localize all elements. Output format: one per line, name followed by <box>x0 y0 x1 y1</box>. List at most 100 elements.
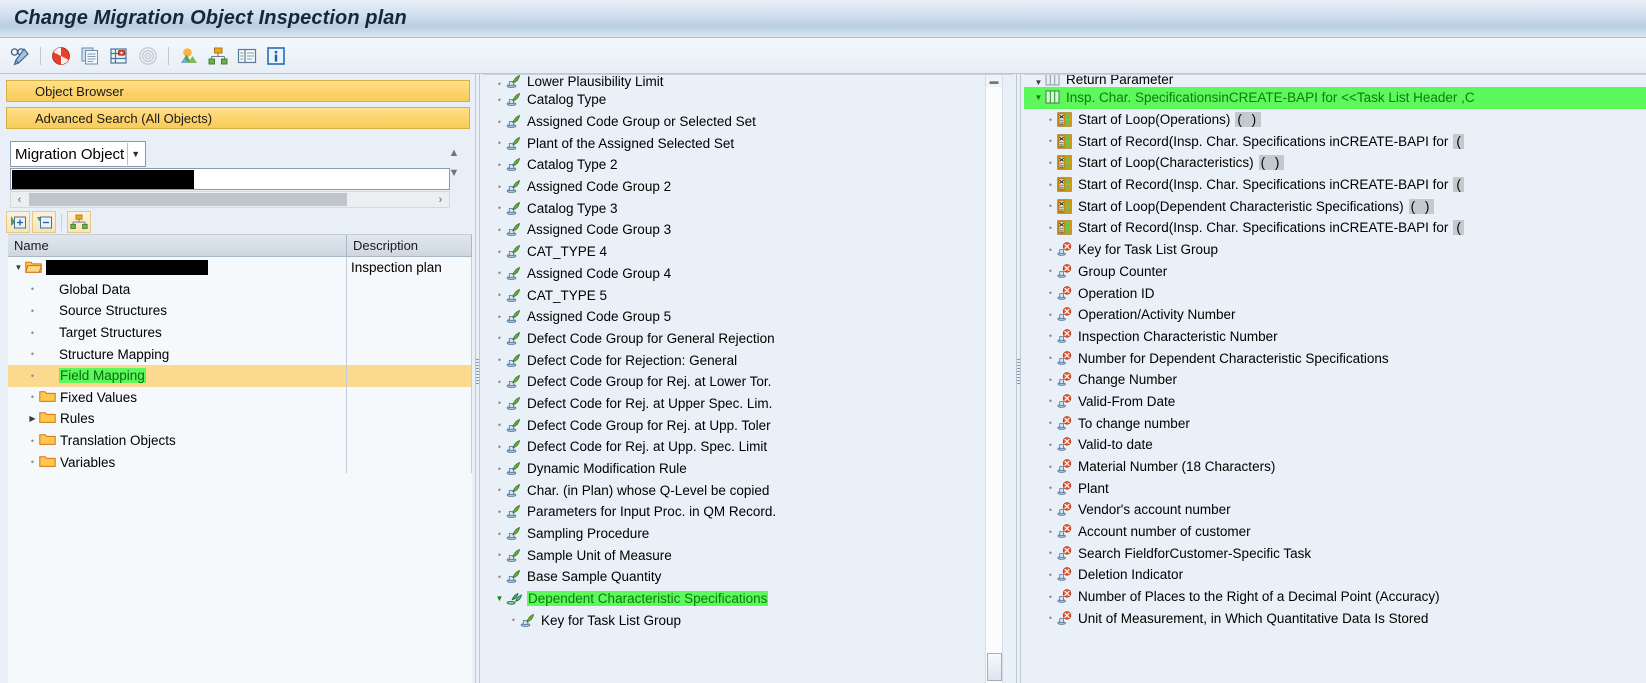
scrollbar-thumb[interactable] <box>987 653 1002 681</box>
list-item[interactable]: • Operation ID <box>1024 282 1646 304</box>
list-item[interactable]: • Defect Code Group for Rej. at Lower To… <box>483 371 1013 393</box>
expand-all-icon[interactable] <box>6 211 30 233</box>
chevron-up-icon[interactable]: ▲ <box>449 147 460 159</box>
list-item[interactable]: • Defect Code Group for General Rejectio… <box>483 328 1013 350</box>
search-horizontal-scrollbar[interactable]: ‹ › <box>10 191 450 208</box>
list-item[interactable]: • Number for Dependent Characteristic Sp… <box>1024 347 1646 369</box>
table-row[interactable]: • Global Data <box>8 278 472 301</box>
list-item[interactable]: • CAT_TYPE 5 <box>483 284 1013 306</box>
row-name-cell[interactable]: • Target Structures <box>8 321 347 344</box>
list-item[interactable]: • Inspection Characteristic Number <box>1024 326 1646 348</box>
list-item[interactable]: • Start of Loop(Characteristics) ( ) <box>1024 152 1646 174</box>
scroll-left-icon[interactable]: ‹ <box>11 194 28 206</box>
spiral-icon[interactable] <box>135 43 161 69</box>
list-item[interactable]: • Unit of Measurement, in Which Quantita… <box>1024 608 1646 630</box>
collapse-all-icon[interactable] <box>32 211 56 233</box>
panel-splitter-right[interactable] <box>1013 74 1024 683</box>
list-item[interactable]: • Group Counter <box>1024 261 1646 283</box>
list-item[interactable]: • Account number of customer <box>1024 521 1646 543</box>
row-name-cell[interactable]: ▼ <box>8 257 347 279</box>
hierarchy-icon[interactable] <box>67 211 91 233</box>
list-item[interactable]: • Operation/Activity Number <box>1024 304 1646 326</box>
table-row[interactable]: • Source Structures <box>8 300 472 322</box>
twisty-down-icon[interactable]: ▼ <box>493 594 506 603</box>
list-item[interactable]: • Sampling Procedure <box>483 523 1013 545</box>
scroll-right-icon[interactable]: › <box>432 194 449 206</box>
tasklist-icon[interactable] <box>106 43 132 69</box>
list-item[interactable]: • Catalog Type <box>483 89 1013 111</box>
parameter-box[interactable]: ( ) <box>1408 198 1435 214</box>
splitter-grip[interactable] <box>476 359 480 385</box>
list-item[interactable]: • Assigned Code Group 3 <box>483 219 1013 241</box>
search-type-select[interactable]: Migration Object ▼ <box>10 141 147 167</box>
row-name-cell[interactable]: • Field Mapping <box>8 364 347 387</box>
list-item[interactable]: • Defect Code for Rejection: General <box>483 349 1013 371</box>
list-item[interactable]: • Defect Code for Rej. at Upp. Spec. Lim… <box>483 436 1013 458</box>
list-item[interactable]: • Material Number (18 Characters) <box>1024 456 1646 478</box>
parameter-box[interactable]: ( <box>1453 177 1464 193</box>
structure-icon[interactable] <box>205 43 231 69</box>
row-name-cell[interactable]: • Source Structures <box>8 300 347 322</box>
table-row[interactable]: ▼ Inspection plan <box>8 257 472 279</box>
twisty-right-icon[interactable]: ▶ <box>26 414 39 423</box>
table-row[interactable]: • Target Structures <box>8 321 472 344</box>
list-item[interactable]: • Dynamic Modification Rule <box>483 458 1013 480</box>
row-name-cell[interactable]: • Variables <box>8 451 347 473</box>
list-item[interactable]: • Assigned Code Group 4 <box>483 263 1013 285</box>
list-item[interactable]: • Char. (in Plan) whose Q-Level be copie… <box>483 479 1013 501</box>
list-item[interactable]: • Start of Loop(Operations) ( ) <box>1024 109 1646 131</box>
row-name-cell[interactable]: • Translation Objects <box>8 429 347 452</box>
chevron-down-icon[interactable]: ▼ <box>127 143 143 165</box>
list-item[interactable]: • To change number <box>1024 412 1646 434</box>
list-item[interactable]: • Assigned Code Group 5 <box>483 306 1013 328</box>
accordion-advanced-search[interactable]: Advanced Search (All Objects) <box>6 107 470 129</box>
display-change-icon[interactable] <box>7 43 33 69</box>
list-item[interactable]: • Number of Places to the Right of a Dec… <box>1024 586 1646 608</box>
row-name-cell[interactable]: • Structure Mapping <box>8 343 347 365</box>
list-item[interactable]: • Key for Task List Group <box>1024 239 1646 261</box>
twisty-down-icon[interactable]: ▼ <box>1032 93 1045 102</box>
list-item[interactable]: • CAT_TYPE 4 <box>483 241 1013 263</box>
column-header-description[interactable]: Description <box>347 235 472 256</box>
list-item[interactable]: • Defect Code for Rej. at Upper Spec. Li… <box>483 393 1013 415</box>
column-header-name[interactable]: Name <box>8 235 347 256</box>
list-item[interactable]: • Change Number <box>1024 369 1646 391</box>
parameter-box[interactable]: ( <box>1453 133 1464 149</box>
scroll-up-icon[interactable]: ▬ <box>986 75 1002 87</box>
table-row[interactable]: • Fixed Values <box>8 386 472 409</box>
row-name-cell[interactable]: • Global Data <box>8 278 347 301</box>
list-item[interactable]: • Parameters for Input Proc. in QM Recor… <box>483 501 1013 523</box>
row-name-cell[interactable]: ▶ Rules <box>8 408 347 430</box>
splitter-grip[interactable] <box>1017 359 1021 385</box>
list-item[interactable]: • Vendor's account number <box>1024 499 1646 521</box>
list-item[interactable]: • Valid-From Date <box>1024 391 1646 413</box>
parameter-box[interactable]: ( ) <box>1258 155 1285 171</box>
table-icon[interactable] <box>234 43 260 69</box>
list-item[interactable]: • Start of Record(Insp. Char. Specificat… <box>1024 130 1646 152</box>
list-item[interactable]: • Defect Code Group for Rej. at Upp. Tol… <box>483 414 1013 436</box>
panel-splitter-left[interactable] <box>472 74 483 683</box>
twisty-down-icon[interactable]: ▼ <box>1032 78 1045 87</box>
search-input[interactable] <box>10 168 450 190</box>
list-item-highlighted[interactable]: ▼ Insp. Char. SpecificationsinCREATE-BAP… <box>1024 87 1646 109</box>
list-item[interactable]: • Catalog Type 3 <box>483 197 1013 219</box>
simulate-icon[interactable] <box>176 43 202 69</box>
list-item[interactable]: ▼ Return Parameter <box>1024 75 1646 87</box>
middle-vertical-scrollbar[interactable]: ▬ <box>985 75 1003 683</box>
parameter-box[interactable]: ( ) <box>1235 112 1262 128</box>
scrollbar-thumb[interactable] <box>29 193 347 206</box>
list-item[interactable]: • Lower Plausibility Limit <box>483 75 1013 89</box>
list-item[interactable]: • Valid-to date <box>1024 434 1646 456</box>
list-item[interactable]: • Deletion Indicator <box>1024 564 1646 586</box>
list-item[interactable]: • Plant of the Assigned Selected Set <box>483 132 1013 154</box>
twisty-down-icon[interactable]: ▼ <box>12 263 25 272</box>
list-item[interactable]: • Key for Task List Group <box>483 610 1013 632</box>
list-item[interactable]: • Start of Record(Insp. Char. Specificat… <box>1024 217 1646 239</box>
table-row[interactable]: ▶ Rules <box>8 408 472 430</box>
accordion-object-browser[interactable]: Object Browser <box>6 80 470 102</box>
list-item[interactable]: • Base Sample Quantity <box>483 566 1013 588</box>
stop-icon[interactable] <box>48 43 74 69</box>
list-item[interactable]: • Sample Unit of Measure <box>483 544 1013 566</box>
list-item[interactable]: • Plant <box>1024 477 1646 499</box>
list-item[interactable]: • Start of Record(Insp. Char. Specificat… <box>1024 174 1646 196</box>
